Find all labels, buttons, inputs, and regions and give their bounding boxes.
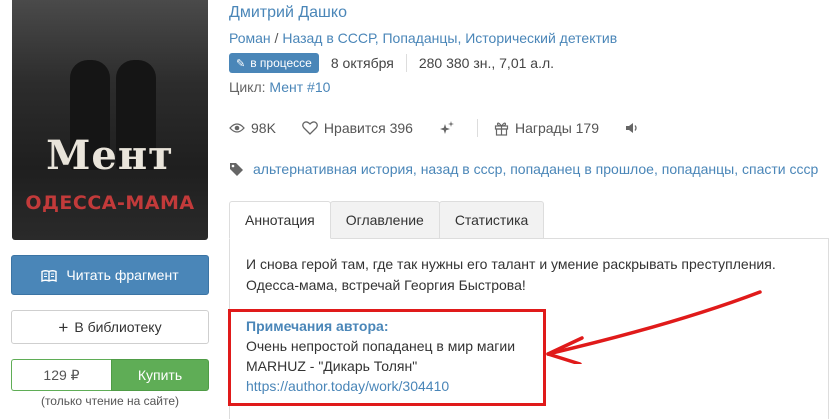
add-to-library-button[interactable]: + В библиотеку	[11, 310, 209, 344]
plus-icon: +	[58, 317, 69, 337]
genre-link[interactable]: Попаданцы	[382, 30, 457, 46]
cycle-info: Цикл: Мент #10	[229, 79, 330, 95]
genre-separator: /	[274, 30, 279, 46]
like-button[interactable]: Нравится 396	[302, 120, 413, 136]
audio-button[interactable]	[625, 122, 645, 134]
sparkle-button[interactable]	[439, 120, 461, 136]
book-size: 280 380 зн., 7,01 а.л.	[418, 55, 555, 71]
stats-row: 98K Нравится 396 Награды 179	[229, 119, 671, 137]
highlight-box	[228, 309, 546, 406]
genre-link[interactable]: Назад в СССР	[282, 30, 374, 46]
update-date: 8 октября	[330, 55, 394, 71]
tag-link[interactable]: назад в ссср	[421, 161, 503, 177]
speaker-icon	[626, 123, 637, 133]
read-fragment-button[interactable]: Читать фрагмент	[11, 255, 209, 295]
annotation-line: И снова герой там, где так нужны его тал…	[246, 256, 776, 272]
eye-icon	[229, 123, 245, 133]
book-open-icon	[41, 269, 58, 283]
cycle-link[interactable]: Мент #10	[269, 79, 330, 95]
tag-link[interactable]: попаданцы	[662, 161, 735, 177]
add-library-label: В библиотеку	[74, 319, 162, 335]
cover-subtitle: ОДЕССА-МАМА	[25, 192, 195, 214]
tag-icon	[230, 163, 243, 176]
genre-link[interactable]: Роман	[229, 30, 271, 46]
status-badge: ✎ в процессе	[229, 53, 319, 73]
views-count: 98K	[251, 120, 276, 136]
tag-link[interactable]: попаданец в прошлое	[510, 161, 654, 177]
book-cover[interactable]: Мент ОДЕССА-МАМА	[12, 0, 208, 240]
buy-group: 129 ₽ Купить	[11, 359, 209, 391]
highlight-arrow-icon	[546, 290, 762, 364]
book-meta: ✎ в процессе 8 октября 280 380 зн., 7,01…	[229, 53, 566, 73]
tab-statistics[interactable]: Статистика	[438, 201, 545, 239]
tab-bar: Аннотация Оглавление Статистика	[229, 201, 545, 239]
awards-button[interactable]: Награды 179	[494, 120, 599, 136]
views-stat: 98K	[229, 120, 276, 136]
pencil-icon: ✎	[236, 57, 246, 70]
read-fragment-label: Читать фрагмент	[66, 267, 179, 283]
genre-link[interactable]: Исторический детектив	[465, 30, 617, 46]
likes-count: Нравится 396	[323, 120, 413, 136]
awards-count: Награды 179	[514, 120, 600, 136]
author-link[interactable]: Дмитрий Дашко	[229, 4, 347, 22]
heart-icon	[302, 121, 318, 135]
status-label: в процессе	[250, 56, 312, 70]
tag-link[interactable]: спасти ссср	[742, 161, 818, 177]
tab-contents[interactable]: Оглавление	[329, 201, 440, 239]
read-only-note: (только чтение на сайте)	[40, 394, 180, 408]
buy-button[interactable]: Купить	[111, 359, 209, 391]
sparkle-icon	[439, 121, 454, 134]
cover-title: Мент	[46, 132, 174, 179]
tab-annotation[interactable]: Аннотация	[229, 201, 331, 239]
gift-icon	[494, 122, 509, 136]
price-label: 129 ₽	[11, 359, 111, 391]
tag-link[interactable]: альтернативная история	[253, 161, 413, 177]
tag-list: альтернативная история, назад в ссср, по…	[229, 161, 818, 177]
divider	[476, 119, 478, 137]
cycle-label: Цикл:	[229, 79, 266, 95]
genre-list: Роман / Назад в СССР, Попаданцы, Историч…	[229, 30, 618, 46]
